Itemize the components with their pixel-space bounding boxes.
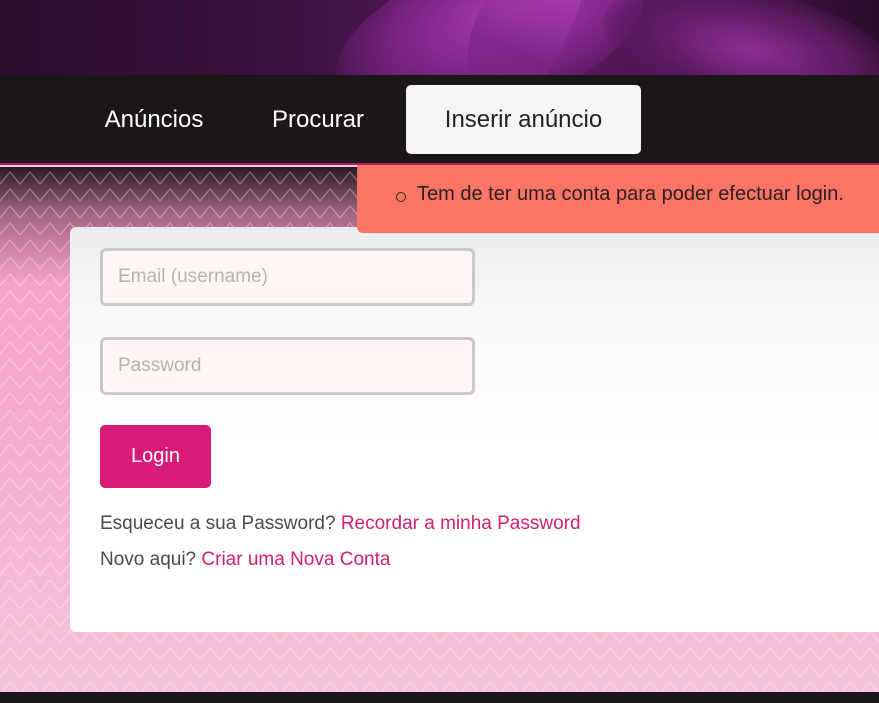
- footer-bar: [0, 692, 879, 703]
- forgot-password-prefix: Esqueceu a sua Password?: [100, 513, 336, 534]
- login-button[interactable]: Login: [100, 425, 211, 488]
- email-input[interactable]: [100, 248, 475, 306]
- create-account-link[interactable]: Criar uma Nova Conta: [201, 549, 390, 570]
- nav-item-procurar[interactable]: Procurar: [248, 85, 388, 154]
- login-required-alert: Tem de ter uma conta para poder efectuar…: [357, 165, 879, 233]
- bullet-icon: [396, 192, 406, 202]
- main-nav: Anúncios Procurar Inserir anúncio: [0, 75, 879, 165]
- forgot-password-line: Esqueceu a sua Password? Recordar a minh…: [100, 513, 581, 535]
- nav-item-inserir-anuncio[interactable]: Inserir anúncio: [406, 85, 641, 154]
- new-account-line: Novo aqui? Criar uma Nova Conta: [100, 549, 390, 571]
- password-input[interactable]: [100, 337, 475, 395]
- alert-message: Tem de ter uma conta para poder efectuar…: [417, 183, 844, 205]
- login-card: Login Esqueceu a sua Password? Recordar …: [70, 227, 879, 632]
- new-account-prefix: Novo aqui?: [100, 549, 197, 570]
- recover-password-link[interactable]: Recordar a minha Password: [341, 513, 581, 534]
- nav-item-anuncios[interactable]: Anúncios: [80, 85, 228, 154]
